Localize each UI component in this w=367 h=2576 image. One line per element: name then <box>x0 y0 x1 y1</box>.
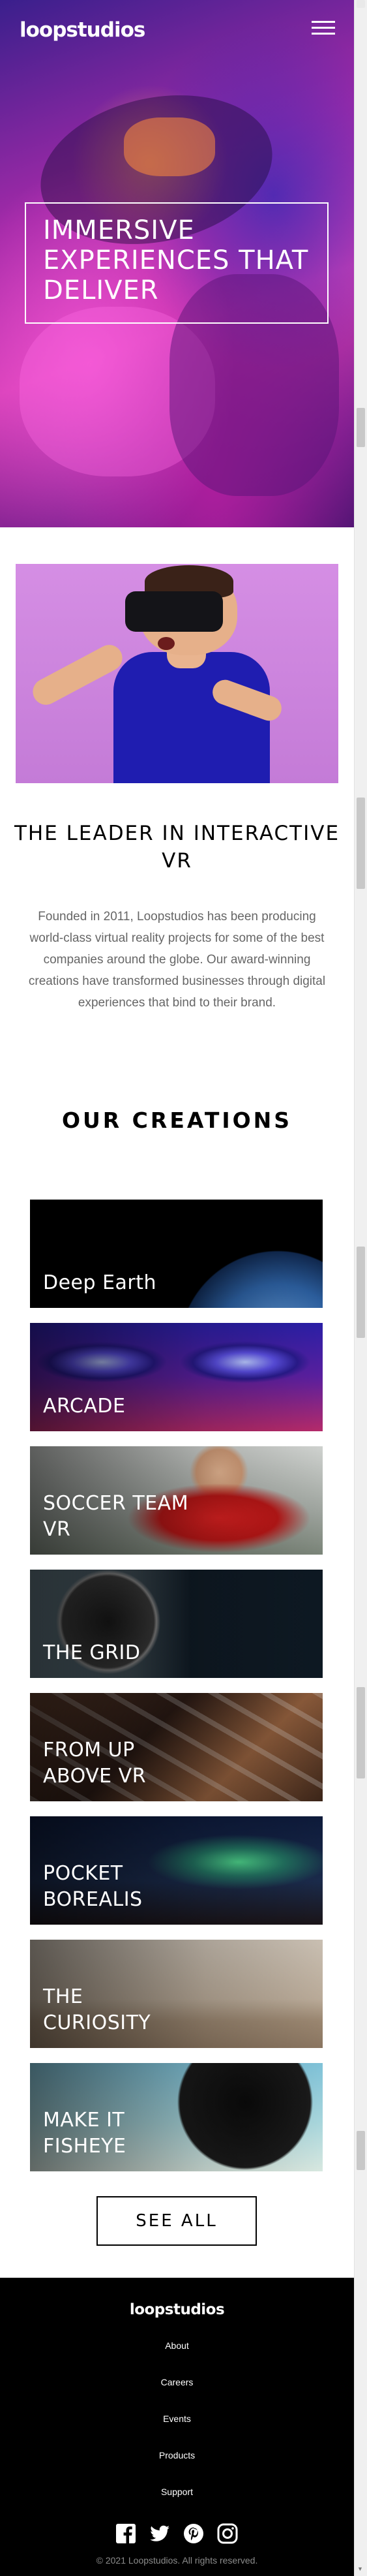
page: loopstudios IMMERSIVE EXPERIENCES THAT D… <box>0 0 354 2576</box>
creation-label: THE CURIOSITY <box>43 1985 151 2034</box>
scrollbar-thumb-segment[interactable] <box>357 1247 365 1338</box>
vr-headset-icon <box>125 591 223 632</box>
see-all-button[interactable]: SEE ALL <box>96 2196 257 2246</box>
creation-card-soccer-team-vr[interactable]: SOCCER TEAM VR <box>30 1446 323 1555</box>
footer-link-careers[interactable]: Careers <box>0 2377 354 2387</box>
footer: loopstudios About Careers Events Product… <box>0 2278 354 2576</box>
site-logo[interactable]: loopstudios <box>20 18 145 42</box>
interactive-title: THE LEADER IN INTERACTIVE VR <box>14 822 340 873</box>
creation-card-pocket-borealis[interactable]: POCKET BOREALIS <box>30 1816 323 1925</box>
creation-card-arcade[interactable]: ARCADE <box>30 1323 323 1431</box>
footer-logo[interactable]: loopstudios <box>0 2301 354 2318</box>
hamburger-line <box>312 33 335 35</box>
footer-link-events[interactable]: Events <box>0 2413 354 2424</box>
creation-label: POCKET BOREALIS <box>43 1862 143 1911</box>
creation-card-from-up-above-vr[interactable]: FROM UP ABOVE VR <box>30 1693 323 1801</box>
interactive-description: Founded in 2011, Loopstudios has been pr… <box>28 910 326 1010</box>
scrollbar-thumb-segment[interactable] <box>357 408 365 447</box>
instagram-icon[interactable] <box>216 2522 239 2545</box>
twitter-icon[interactable] <box>149 2522 171 2545</box>
hamburger-line <box>312 27 335 29</box>
image-mouth <box>158 637 175 650</box>
hero-section: loopstudios IMMERSIVE EXPERIENCES THAT D… <box>0 0 354 527</box>
facebook-icon[interactable] <box>115 2522 137 2545</box>
hero-title: IMMERSIVE EXPERIENCES THAT DELIVER <box>43 215 309 305</box>
pinterest-icon[interactable] <box>183 2522 205 2545</box>
creation-label: FROM UP ABOVE VR <box>43 1739 147 1788</box>
creation-label: ARCADE <box>43 1395 126 1418</box>
hero-image-shape <box>124 117 215 176</box>
creation-card-the-grid[interactable]: THE GRID <box>30 1570 323 1678</box>
creation-label: MAKE IT FISHEYE <box>43 2109 126 2158</box>
creation-label: THE GRID <box>43 1641 141 1664</box>
footer-link-products[interactable]: Products <box>0 2450 354 2460</box>
creation-card-make-it-fisheye[interactable]: MAKE IT FISHEYE <box>30 2063 323 2171</box>
creation-card-deep-earth[interactable]: Deep Earth <box>30 1200 323 1308</box>
scrollbar-track-segment <box>357 0 365 8</box>
creations-title: OUR CREATIONS <box>61 1108 293 1133</box>
scroll-down-arrow-icon[interactable]: ▼ <box>357 2566 363 2572</box>
page-scrollbar[interactable]: ▼ <box>354 0 367 2576</box>
creation-label: Deep Earth <box>43 1271 157 1294</box>
hamburger-menu-icon[interactable] <box>312 21 335 35</box>
footer-link-support[interactable]: Support <box>0 2487 354 2497</box>
footer-link-about[interactable]: About <box>0 2340 354 2351</box>
hamburger-line <box>312 21 335 23</box>
image-arm-left <box>28 640 127 709</box>
creation-card-the-curiosity[interactable]: THE CURIOSITY <box>30 1940 323 2048</box>
social-links <box>115 2522 239 2545</box>
vr-headset-image <box>16 564 338 783</box>
scrollbar-thumb-segment[interactable] <box>357 798 365 889</box>
copyright-text: © 2021 Loopstudios. All rights reserved. <box>96 2555 258 2566</box>
scrollbar-thumb-segment[interactable] <box>357 2131 365 2170</box>
creation-label: SOCCER TEAM VR <box>43 1492 189 1541</box>
scrollbar-thumb-segment[interactable] <box>357 1687 365 1778</box>
image-shirt <box>113 652 270 783</box>
hero-title-box: IMMERSIVE EXPERIENCES THAT DELIVER <box>25 202 329 324</box>
